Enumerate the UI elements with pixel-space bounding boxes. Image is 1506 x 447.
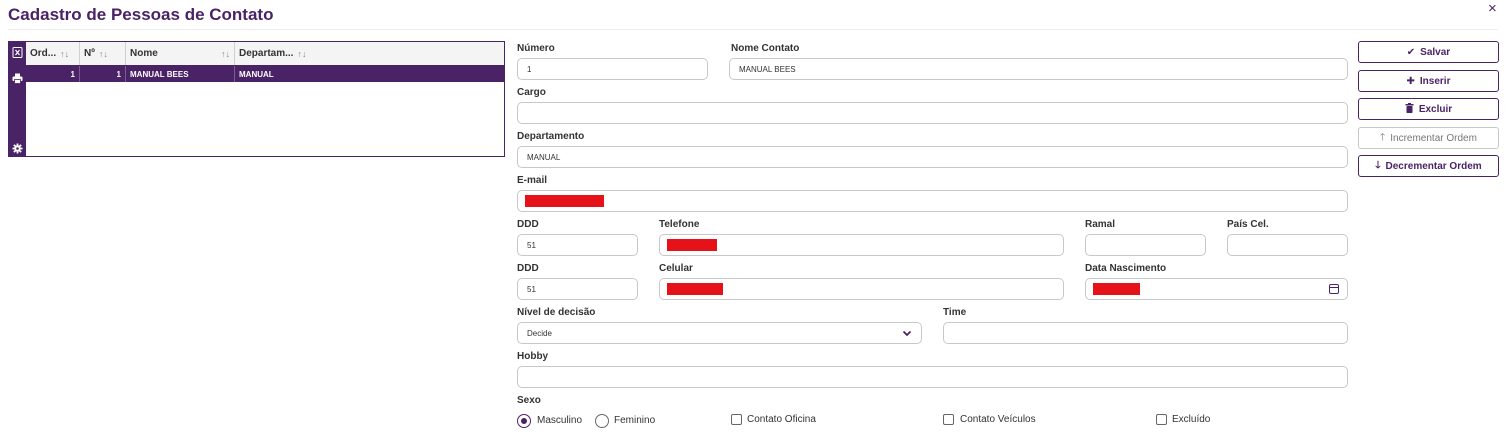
plus-icon: ✚	[1406, 75, 1415, 87]
cargo-field[interactable]	[517, 102, 1348, 124]
trash-icon	[1405, 102, 1414, 116]
increment-order-button[interactable]: 🡑 Incrementar Ordem	[1358, 127, 1499, 149]
grid-toolbar	[9, 42, 26, 156]
increment-order-button-label: Incrementar Ordem	[1390, 132, 1477, 144]
close-icon[interactable]: ×	[1488, 0, 1497, 17]
pais-cel-label: País Cel.	[1227, 219, 1269, 230]
ddd-telefone-value: 51	[527, 240, 536, 250]
sort-icon[interactable]: ↑↓	[297, 49, 306, 59]
print-icon[interactable]	[12, 73, 23, 84]
redaction-mark	[1093, 283, 1140, 295]
column-header-label: Ord...	[30, 48, 57, 59]
save-button-label: Salvar	[1420, 46, 1451, 58]
excel-export-icon[interactable]	[12, 47, 23, 58]
title-divider	[8, 29, 1498, 30]
hobby-field[interactable]	[517, 366, 1348, 388]
cell-departamento: MANUAL	[239, 69, 274, 79]
delete-button[interactable]: Excluir	[1358, 98, 1499, 120]
checkbox-contato-veiculos[interactable]	[943, 414, 954, 425]
celular-label: Celular	[659, 263, 693, 274]
decrement-order-button-label: Decrementar Ordem	[1385, 160, 1482, 172]
redaction-mark	[667, 239, 717, 251]
nome-contato-field[interactable]: MANUAL BEES	[729, 58, 1348, 80]
redaction-mark	[525, 195, 604, 207]
email-field[interactable]	[517, 190, 1348, 212]
celular-field[interactable]	[659, 278, 1064, 300]
column-header-ordem[interactable]: Ord... ↑↓	[26, 42, 80, 65]
gear-icon[interactable]	[12, 143, 23, 154]
nivel-decisao-select[interactable]: Decide	[517, 322, 922, 344]
nivel-decisao-label: Nível de decisão	[517, 307, 596, 318]
checkbox-contato-veiculos-label: Contato Veículos	[960, 414, 1036, 425]
sexo-label: Sexo	[517, 395, 541, 406]
checkbox-excluido[interactable]	[1156, 414, 1167, 425]
radio-masculino[interactable]	[517, 414, 531, 428]
ddd-celular-field[interactable]: 51	[517, 278, 638, 300]
insert-button[interactable]: ✚ Inserir	[1358, 70, 1499, 92]
checkbox-contato-oficina-label: Contato Oficina	[747, 414, 816, 425]
nome-contato-value: MANUAL BEES	[739, 64, 796, 74]
sort-icon[interactable]: ↑↓	[60, 49, 69, 59]
column-header-departamento[interactable]: Departam... ↑↓	[235, 42, 355, 65]
numero-value: 1	[527, 64, 532, 74]
cargo-label: Cargo	[517, 87, 546, 98]
insert-button-label: Inserir	[1419, 75, 1451, 87]
numero-label: Número	[517, 43, 555, 54]
pais-cel-field[interactable]	[1227, 234, 1348, 256]
hobby-label: Hobby	[517, 351, 549, 362]
ddd-celular-label: DDD	[517, 263, 539, 274]
column-header-nome[interactable]: Nome ↑↓	[126, 42, 235, 65]
ddd-celular-value: 51	[527, 284, 536, 294]
calendar-icon[interactable]	[1329, 284, 1339, 294]
grid-header: Ord... ↑↓ Nº ↑↓ Nome ↑↓ Departam... ↑↓	[26, 42, 504, 66]
cell-ordem: 1	[26, 66, 80, 82]
departamento-value: MANUAL	[527, 152, 561, 162]
arrow-up-icon: 🡑	[1380, 131, 1386, 143]
radio-feminino[interactable]	[595, 414, 609, 428]
ddd-telefone-field[interactable]: 51	[517, 234, 638, 256]
numero-field[interactable]: 1	[517, 58, 708, 80]
data-nascimento-field[interactable]	[1085, 278, 1348, 300]
email-label: E-mail	[517, 175, 548, 186]
radio-feminino-label: Feminino	[614, 415, 656, 426]
save-button[interactable]: ✔ Salvar	[1358, 41, 1499, 63]
ramal-label: Ramal	[1085, 219, 1116, 230]
departamento-field[interactable]: MANUAL	[517, 146, 1348, 168]
telefone-field[interactable]	[659, 234, 1064, 256]
chevron-down-icon[interactable]	[902, 327, 912, 341]
radio-masculino-label: Masculino	[537, 415, 583, 426]
data-nascimento-label: Data Nascimento	[1085, 263, 1167, 274]
column-header-label: Nome	[130, 48, 158, 59]
cell-nome: MANUAL BEES	[126, 66, 235, 82]
column-header-label: Nº	[84, 48, 95, 59]
departamento-label: Departamento	[517, 131, 585, 142]
table-row[interactable]: 1 1 MANUAL BEES MANUAL	[26, 66, 504, 82]
nome-contato-label: Nome Contato	[731, 43, 800, 54]
checkbox-excluido-label: Excluído	[1172, 414, 1211, 425]
time-field[interactable]	[943, 322, 1348, 344]
column-header-numero[interactable]: Nº ↑↓	[80, 42, 126, 65]
ddd-telefone-label: DDD	[517, 219, 539, 230]
checkbox-contato-oficina[interactable]	[731, 414, 742, 425]
decrement-order-button[interactable]: 🡓 Decrementar Ordem	[1358, 155, 1499, 177]
redaction-mark	[667, 283, 723, 295]
ramal-field[interactable]	[1085, 234, 1206, 256]
page-title: Cadastro de Pessoas de Contato	[8, 5, 274, 24]
arrow-down-icon: 🡓	[1375, 159, 1381, 171]
check-icon: ✔	[1406, 46, 1416, 58]
delete-button-label: Excluir	[1418, 103, 1453, 115]
cell-numero: 1	[80, 66, 126, 82]
nivel-decisao-value: Decide	[527, 328, 552, 338]
telefone-label: Telefone	[659, 219, 700, 230]
contacts-grid: Ord... ↑↓ Nº ↑↓ Nome ↑↓ Departam... ↑↓ 1…	[8, 41, 505, 157]
sort-icon[interactable]: ↑↓	[99, 49, 108, 59]
sort-icon[interactable]: ↑↓	[221, 49, 230, 59]
column-header-label: Departam...	[239, 48, 294, 59]
time-label: Time	[943, 307, 967, 318]
